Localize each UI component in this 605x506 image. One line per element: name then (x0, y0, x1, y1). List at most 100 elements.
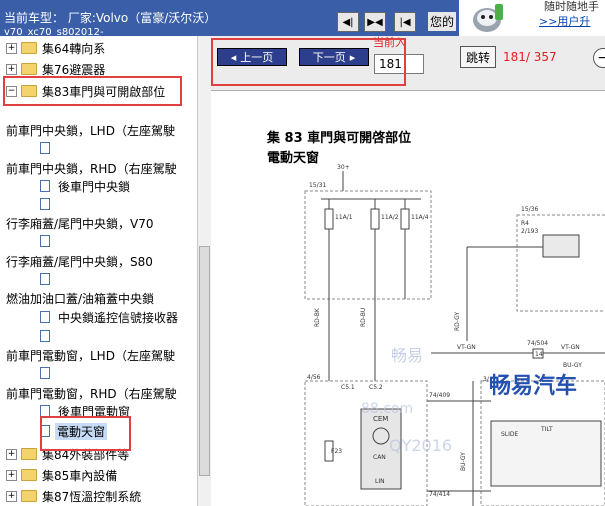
expand-toggle-icon[interactable]: + (6, 448, 17, 460)
tree-item-label: 前車門電動窗，LHD（左座駕駛 (6, 348, 175, 363)
top-info-bar: 当前车型： 厂家:Volvo（富豪/沃尔沃） v70_xc70_s802012-… (0, 0, 605, 36)
folder-icon (21, 469, 37, 481)
watermark: 畅易汽车 (489, 373, 577, 399)
document-icon (40, 273, 50, 285)
diagram-page: 集 83 車門與可開啓部位 電動天窗 30+ 15/31 11A/1 11A/2… (211, 91, 605, 506)
ref-label: 74/414 (429, 491, 450, 498)
folder-icon (21, 490, 37, 502)
highlight-box-tree-group (3, 76, 182, 106)
watermark: 畅易 (391, 346, 423, 365)
pin-label: C5.2 (369, 384, 383, 391)
tree-item-rear-door-lock[interactable]: 後車門中央鎖 (40, 177, 130, 195)
ad-text: 随时随地手 (544, 0, 599, 13)
pin-label: C5.1 (341, 384, 355, 391)
highlight-box-page-buttons (211, 38, 406, 86)
document-icon (40, 198, 50, 210)
app-window: 当前车型： 厂家:Volvo（富豪/沃尔沃） v70_xc70_s802012-… (0, 0, 605, 506)
tree-item-group-64[interactable]: + 集64轉向系 (6, 39, 105, 57)
fuse-label: 11A/2 (381, 214, 399, 221)
fuse-label: 11A/1 (335, 214, 353, 221)
expand-toggle-icon[interactable]: + (6, 469, 17, 481)
tree-item-front-window-rhd[interactable]: 前車門電動窗，RHD（右座駕駛 (6, 384, 177, 402)
wire-label: VT-GN (457, 344, 476, 351)
mascot-icon (473, 4, 503, 32)
folder-icon (21, 63, 37, 75)
tree-item-label: 前車門中央鎖，LHD（左座駕駛 (6, 123, 175, 138)
bus-label: 30+ (337, 164, 350, 171)
tree-item-label: 行李廂蓋/尾門中央鎖，V70 (6, 216, 154, 231)
fuse-label: 11A/4 (411, 214, 429, 221)
tree-item-label: 前車門中央鎖，RHD（右座駕駛 (6, 161, 177, 176)
nav-back-icon[interactable]: |◀ (394, 12, 416, 32)
left-ref-label: 15/31 (309, 182, 326, 189)
relay-label: R4 (521, 220, 529, 227)
folder-icon (21, 448, 37, 460)
current-car-model: v70_xc70_s802012- (4, 27, 104, 36)
highlight-box-sunroof-item (40, 416, 131, 451)
connector-label: 74/504 (527, 340, 548, 347)
fuse-label: F23 (331, 448, 342, 455)
doc-page-icon[interactable] (40, 195, 50, 213)
ad-banner[interactable]: 随时随地手 >>用户升 (459, 0, 605, 36)
wire-label: VT-GN (561, 344, 580, 351)
current-car-label: 当前车型： 厂家:Volvo（富豪/沃尔沃） (4, 11, 217, 25)
expand-toggle-icon[interactable]: + (6, 63, 17, 75)
tree-item-front-window-lhd[interactable]: 前車門電動窗，LHD（左座駕駛 (6, 346, 175, 364)
document-icon (40, 367, 50, 379)
expand-toggle-icon[interactable]: + (6, 490, 17, 502)
expand-toggle-icon[interactable]: + (6, 42, 17, 54)
tree-item-group-85[interactable]: + 集85車內設備 (6, 466, 117, 484)
tree-scrollbar[interactable] (197, 36, 211, 506)
doc-page-icon[interactable] (40, 232, 50, 250)
bus-label: LIN (375, 478, 385, 485)
wiring-diagram: 30+ 15/31 11A/1 11A/2 11A/4 RD-BK RD-BU … (304, 164, 605, 506)
tree-item-fuel-cap-lock[interactable]: 燃油加油口蓋/油箱蓋中央鎖 (6, 289, 154, 307)
doc-page-icon[interactable] (40, 327, 50, 345)
ref-label: 74/409 (429, 392, 450, 399)
fuse-11a1-icon (324, 208, 334, 230)
wire-label: RD-BK (314, 307, 321, 327)
tree-item-label: 集85車內設備 (42, 468, 118, 483)
document-icon (40, 235, 50, 247)
document-icon (40, 330, 50, 342)
right-ref-label: 15/36 (521, 206, 538, 213)
ref-label: 4/56 (307, 374, 321, 381)
tree-item-front-door-lock-lhd[interactable]: 前車門中央鎖，LHD（左座駕駛 (6, 121, 175, 139)
tree-item-label: 燃油加油口蓋/油箱蓋中央鎖 (6, 291, 155, 306)
relay-ref-label: 2/193 (521, 228, 538, 235)
tree-item-trunk-lock-s80[interactable]: 行李廂蓋/尾門中央鎖，S80 (6, 252, 153, 270)
switch-label: TILT (540, 426, 553, 433)
tree-item-label: 集76避震器 (42, 62, 106, 77)
folder-icon (21, 42, 37, 54)
doc-page-icon[interactable] (40, 139, 50, 157)
wire-label: RD-GY (454, 311, 461, 331)
document-viewer: ◂上一页 下一页▸ 当前入 跳转 181/ 357 − 集 83 車門與可開啓部… (211, 36, 605, 506)
relay-icon (542, 234, 580, 258)
zoom-out-icon[interactable]: − (593, 48, 605, 68)
wire-label: RD-BU (360, 308, 367, 327)
document-icon (40, 180, 50, 192)
tree-item-group-87[interactable]: + 集87恆溫控制系統 (6, 487, 141, 505)
watermark: QY2016 (389, 436, 452, 455)
tree-item-label: 集87恆溫控制系統 (42, 489, 142, 504)
jump-button[interactable]: 跳转 (460, 46, 496, 68)
nav-first-icon[interactable]: ◀| (337, 12, 359, 32)
fuse-11a4-icon (400, 208, 410, 230)
doc-page-icon[interactable] (40, 364, 50, 382)
bus-label: CAN (373, 454, 386, 461)
tree-item-label: 中央鎖遙控信號接收器 (58, 310, 179, 325)
nav-split-icon[interactable]: ▶◀ (364, 12, 386, 32)
doc-page-icon[interactable] (40, 270, 50, 288)
tree-item-remote-receiver[interactable]: 中央鎖遙控信號接收器 (40, 308, 178, 326)
watermark: 88.com (361, 401, 413, 417)
wire-label: BU-GY (563, 362, 582, 369)
tree-item-trunk-lock-v70[interactable]: 行李廂蓋/尾門中央鎖，V70 (6, 214, 154, 232)
fuse-11a2-icon (370, 208, 380, 230)
page-count: 181/ 357 (503, 50, 557, 64)
document-icon (40, 142, 50, 154)
document-icon (40, 311, 50, 323)
tree-item-front-door-lock-rhd[interactable]: 前車門中央鎖，RHD（右座駕駛 (6, 159, 177, 177)
your-label: 您的 (428, 12, 457, 31)
upgrade-link[interactable]: >>用户升 (539, 13, 590, 29)
scrollbar-thumb[interactable] (199, 246, 210, 476)
